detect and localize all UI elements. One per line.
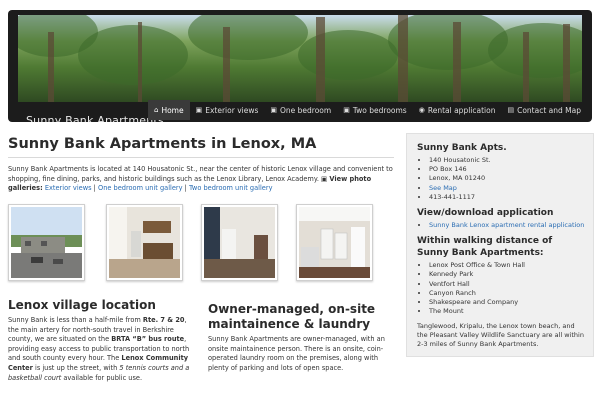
nav-item-two-bedrooms[interactable]: ▣ Two bedrooms [337,100,413,120]
phone-number: 413-441-1117 [429,193,585,202]
camera-icon: ▣ [343,106,350,114]
application-list: Sunny Bank Lenox apartment rental applic… [417,221,585,230]
bus-route-label: BRTA “B” bus route [111,335,185,344]
owner-section: Owner-managed, on-site maintainence & la… [208,302,394,373]
walking-heading: Within walking distance of Sunny Bank Ap… [417,236,553,259]
contact-heading: Sunny Bank Apts. [417,143,507,153]
link-separator: | [184,184,187,193]
owner-heading: Owner-managed, on-site maintainence & la… [208,302,376,331]
walking-item: Kennedy Park [429,270,585,279]
nav-label: Home [161,105,184,115]
photo-two-bedroom-room[interactable] [201,204,278,281]
walking-item: Shakespeare and Company [429,298,585,307]
see-map-link[interactable]: See Map [429,184,457,192]
walking-item: Lenox Post Office & Town Hall [429,261,585,270]
nav-label: Rental application [427,105,496,115]
location-paragraph: Sunny Bank is less than a half-mile from… [8,316,194,383]
walking-list: Lenox Post Office & Town HallKennedy Par… [417,261,585,316]
application-heading: View/download application [417,208,554,219]
photo-strip [8,204,394,284]
kitchen-photo-image [109,207,180,278]
link-two-bedroom-gallery[interactable]: Two bedroom unit gallery [189,184,272,192]
main-nav: ⌂ Home ▣ Exterior views ▣ One bedroom ▣ Two bed… [148,100,587,120]
header-trees-image [18,15,582,102]
walking-item: Ventfort Hall [429,280,585,289]
exterior-photo-image [11,207,82,278]
nav-label: One bedroom [280,105,332,115]
link-separator: | [93,184,96,193]
map-item: See Map [429,184,585,193]
contact-list: 140 Housatonic St. PO Box 146 Lenox, MA … [417,156,585,202]
nav-item-one-bedroom[interactable]: ▣ One bedroom [264,100,337,120]
site-name[interactable]: Sunny Bank Apartments [26,114,164,122]
location-text: available for public use. [61,373,143,382]
nav-item-exterior-views[interactable]: ▣ Exterior views [190,100,265,120]
walking-footer: Tanglewood, Kripalu, the Lenox town beac… [417,322,584,349]
title-divider [8,157,394,158]
location-section: Lenox village location Sunny Bank is les… [8,298,194,383]
application-item: Sunny Bank Lenox apartment rental applic… [429,221,585,230]
camera-icon: ▣ [321,174,328,183]
laundry-photo-image [299,207,370,278]
contact-icon: ▤ [507,106,515,114]
room-photo-image [204,207,275,278]
intro-paragraph: Sunny Bank Apartments is located at 140 … [8,165,394,194]
link-one-bedroom-gallery[interactable]: One bedroom unit gallery [98,184,183,192]
rental-application-link[interactable]: Sunny Bank Lenox apartment rental applic… [429,221,584,229]
nav-label: Two bedrooms [352,105,407,115]
nav-item-contact-and-map[interactable]: ▤ Contact and Map [501,100,587,120]
nav-label: Contact and Map [517,105,581,115]
camera-icon: ▣ [270,106,277,114]
nav-label: Exterior views [205,105,259,115]
photo-exterior[interactable] [8,204,85,281]
page-title: Sunny Bank Apartments in Lenox, MA [8,136,317,152]
sidebar: Sunny Bank Apts. 140 Housatonic St. PO B… [406,133,594,357]
main-content: Sunny Bank Apartments in Lenox, MA Sunny… [8,136,394,382]
nav-item-rental-application[interactable]: ◉ Rental application [413,100,502,120]
location-text: is just up the street, with [32,363,120,372]
location-heading: Lenox village location [8,298,156,312]
nav-item-home[interactable]: ⌂ Home [148,100,190,120]
camera-icon: ▣ [195,106,203,114]
photo-one-bedroom-kitchen[interactable] [106,204,183,281]
info-icon: ◉ [418,106,425,114]
route-label: Rte. 7 & 20 [142,316,185,324]
home-icon: ⌂ [154,106,159,114]
owner-paragraph: Sunny Bank Apartments are owner-managed,… [208,335,385,372]
address-line: 140 Housatonic St. [429,156,585,165]
photo-laundry[interactable] [296,204,373,281]
location-text: Sunny Bank is less than a half-mile from [8,316,143,324]
link-exterior-views[interactable]: Exterior views [45,184,92,192]
walking-item: Canyon Ranch [429,289,585,298]
address-line: Lenox, MA 01240 [429,174,585,183]
address-line: PO Box 146 [429,165,585,174]
walking-item: The Mount [429,307,585,316]
